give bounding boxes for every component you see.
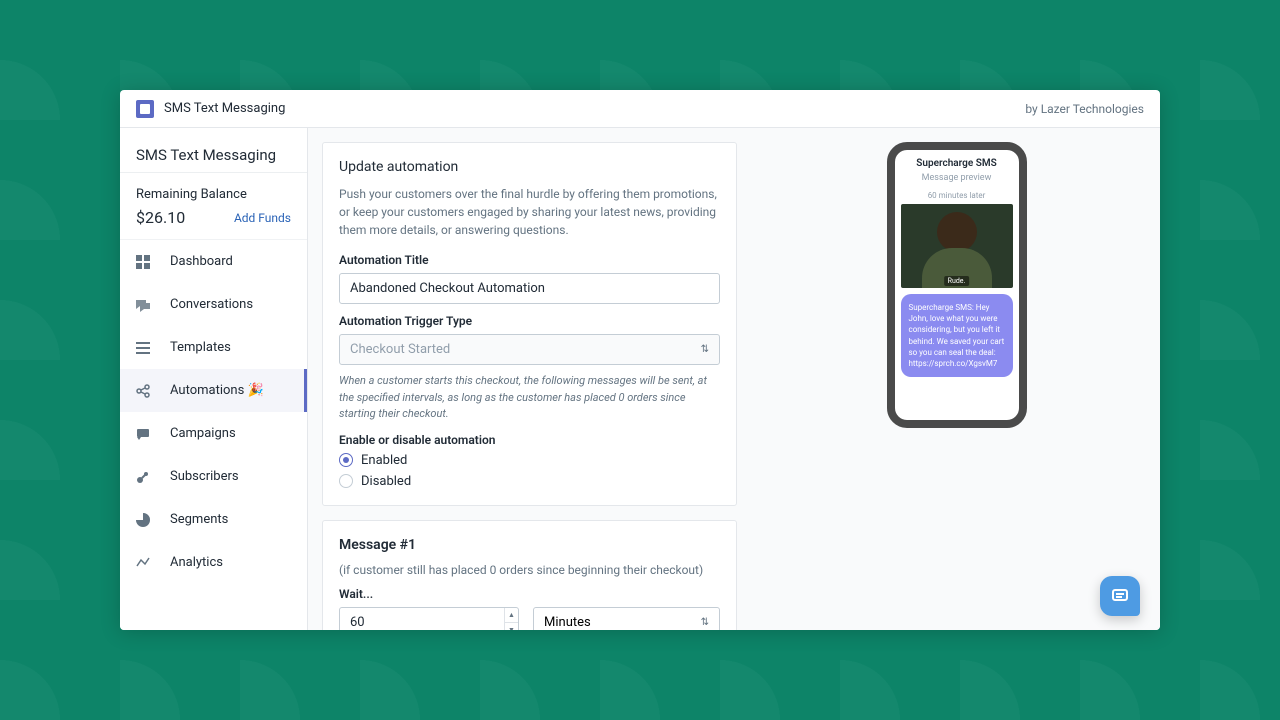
preview-timer: 60 minutes later <box>895 187 1019 204</box>
radio-enabled[interactable]: Enabled <box>339 453 720 468</box>
phone-preview: Supercharge SMS Message preview 60 minut… <box>887 142 1027 428</box>
spinner-up[interactable]: ▲ <box>505 608 518 623</box>
analytics-icon <box>136 556 150 570</box>
sidebar-item-label: Templates <box>170 340 231 355</box>
radio-label: Disabled <box>361 474 411 489</box>
message-1-card: Message #1 (if customer still has placed… <box>322 520 737 631</box>
sidebar-item-label: Dashboard <box>170 254 233 269</box>
update-automation-card: Update automation Push your customers ov… <box>322 142 737 506</box>
chat-fab[interactable] <box>1100 576 1140 616</box>
sidebar-header: SMS Text Messaging <box>120 128 307 173</box>
enable-label: Enable or disable automation <box>339 433 720 447</box>
trigger-type-select[interactable]: Checkout Started ⇅ <box>339 334 720 365</box>
top-bar: SMS Text Messaging by Lazer Technologies <box>120 90 1160 128</box>
sidebar-item-analytics[interactable]: Analytics <box>120 541 307 584</box>
sidebar-item-label: Campaigns <box>170 426 236 441</box>
sidebar-item-automations[interactable]: Automations 🎉 <box>120 369 307 412</box>
sidebar-item-label: Segments <box>170 512 228 527</box>
add-funds-link[interactable]: Add Funds <box>234 211 291 225</box>
form-column: Update automation Push your customers ov… <box>322 142 737 616</box>
preview-title: Supercharge SMS <box>895 150 1019 173</box>
preview-message-bubble: Supercharge SMS: Hey John, love what you… <box>901 294 1013 377</box>
sidebar-item-label: Analytics <box>170 555 223 570</box>
trigger-value: Checkout Started <box>350 342 450 357</box>
sidebar-item-templates[interactable]: Templates <box>120 326 307 369</box>
app-logo-icon <box>136 100 154 118</box>
card-title: Update automation <box>339 159 720 175</box>
sidebar-item-label: Conversations <box>170 297 253 312</box>
radio-icon <box>339 453 353 467</box>
chevron-updown-icon: ⇅ <box>701 617 709 628</box>
vendor-text: by Lazer Technologies <box>1025 102 1144 116</box>
sidebar: SMS Text Messaging Remaining Balance $26… <box>120 128 308 630</box>
preview-img-caption: Rude. <box>944 276 970 286</box>
top-bar-left: SMS Text Messaging <box>136 100 285 118</box>
sidebar-item-campaigns[interactable]: Campaigns <box>120 412 307 455</box>
templates-icon <box>136 341 150 355</box>
message-heading: Message #1 <box>339 537 720 553</box>
wait-value-input[interactable] <box>339 607 519 631</box>
nav-list: Dashboard Conversations Templates Automa… <box>120 240 307 584</box>
radio-label: Enabled <box>361 453 407 468</box>
message-icon <box>136 427 150 441</box>
pie-chart-icon <box>136 513 150 527</box>
balance-block: Remaining Balance $26.10 Add Funds <box>120 173 307 240</box>
preview-sub: Message preview <box>895 173 1019 187</box>
preview-image: Rude. <box>901 204 1013 288</box>
spinner-down[interactable]: ▼ <box>505 623 518 631</box>
balance-amount: $26.10 <box>136 208 185 227</box>
share-icon <box>136 384 150 398</box>
chat-icon <box>1110 586 1130 606</box>
title-label: Automation Title <box>339 253 720 267</box>
wait-number-wrap: ▲ ▼ <box>339 607 519 631</box>
sidebar-title: SMS Text Messaging <box>136 146 291 164</box>
sidebar-item-subscribers[interactable]: Subscribers <box>120 455 307 498</box>
sidebar-item-conversations[interactable]: Conversations <box>120 283 307 326</box>
message-subtext: (if customer still has placed 0 orders s… <box>339 563 720 577</box>
main-content: Update automation Push your customers ov… <box>308 128 1160 630</box>
trigger-label: Automation Trigger Type <box>339 314 720 328</box>
chevron-updown-icon: ⇅ <box>701 344 709 355</box>
card-description: Push your customers over the final hurdl… <box>339 185 720 239</box>
wait-unit-select[interactable]: Minutes ⇅ <box>533 607 720 631</box>
wait-label: Wait... <box>339 587 720 601</box>
sidebar-item-dashboard[interactable]: Dashboard <box>120 240 307 283</box>
dashboard-icon <box>136 255 150 269</box>
sidebar-item-label: Subscribers <box>170 469 239 484</box>
preview-column: Supercharge SMS Message preview 60 minut… <box>767 142 1146 616</box>
number-spinner: ▲ ▼ <box>504 608 518 631</box>
wait-unit-value: Minutes <box>544 615 591 630</box>
chat-icon <box>136 298 150 312</box>
automation-title-input[interactable] <box>339 273 720 304</box>
sidebar-item-segments[interactable]: Segments <box>120 498 307 541</box>
trigger-help-text: When a customer starts this checkout, th… <box>339 373 720 423</box>
radio-disabled[interactable]: Disabled <box>339 474 720 489</box>
balance-label: Remaining Balance <box>136 187 291 202</box>
body: SMS Text Messaging Remaining Balance $26… <box>120 128 1160 630</box>
app-name: SMS Text Messaging <box>164 101 285 116</box>
subscribers-icon <box>136 470 150 484</box>
app-window: SMS Text Messaging by Lazer Technologies… <box>120 90 1160 630</box>
radio-icon <box>339 474 353 488</box>
sidebar-item-label: Automations 🎉 <box>170 383 264 398</box>
